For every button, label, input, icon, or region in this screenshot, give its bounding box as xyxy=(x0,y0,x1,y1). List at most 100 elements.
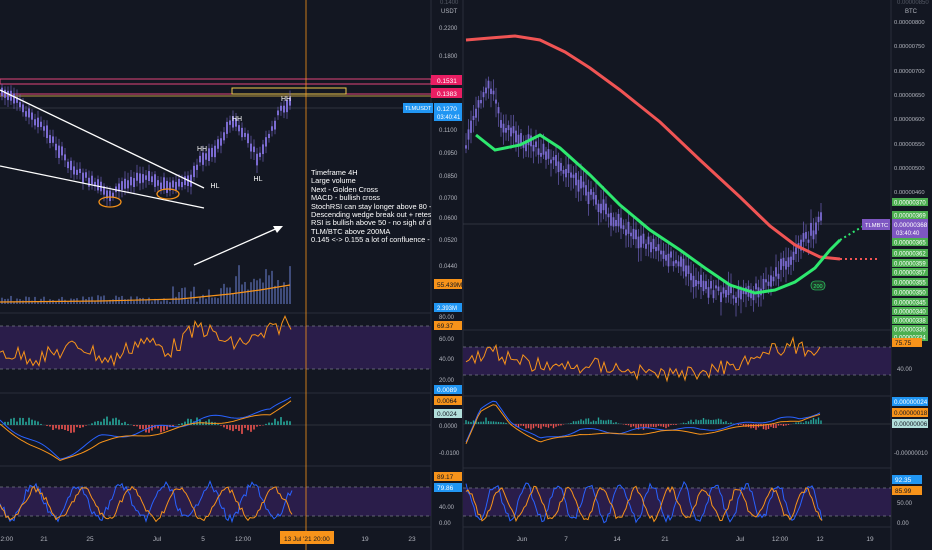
right-candle xyxy=(537,148,540,155)
left-volume-bar xyxy=(97,295,99,304)
right-candle xyxy=(655,246,657,252)
right-macd-bar xyxy=(780,424,782,426)
left-volume-tag-text: 55.439M xyxy=(437,282,462,289)
left-time-tick: 19 xyxy=(361,536,369,543)
right-candle xyxy=(642,233,645,244)
right-macd-bar xyxy=(815,419,817,424)
right-candle xyxy=(480,99,482,104)
right-macd-bar xyxy=(685,423,687,424)
right-candle xyxy=(667,253,670,267)
right-candle xyxy=(657,244,660,251)
ma-scale-tag-text: 0.00000338 xyxy=(894,319,926,325)
right-axis-faded-label: 0.00000850 xyxy=(897,0,929,6)
right-candle xyxy=(570,172,572,178)
left-rsi-tick-80: 80.00 xyxy=(439,315,455,321)
right-candle xyxy=(742,290,745,295)
left-candle xyxy=(133,178,135,187)
left-macd-bar xyxy=(133,425,135,427)
left-macd-bar xyxy=(151,425,153,431)
right-macd-bar xyxy=(495,421,497,424)
right-macd-bar xyxy=(557,424,560,426)
right-macd-bar xyxy=(477,421,480,424)
left-candle xyxy=(271,126,273,131)
right-macd-bar xyxy=(522,424,525,426)
left-macd-bar xyxy=(10,418,12,425)
left-macd-bar xyxy=(64,425,66,430)
left-candle xyxy=(190,174,192,187)
left-volume-bar xyxy=(133,300,135,304)
left-macd-bar xyxy=(139,425,141,430)
right-candle xyxy=(592,192,595,200)
analysis-note[interactable]: Timeframe 4H Large volume Next - Golden … xyxy=(311,169,431,245)
right-price-tag-text: 0.00000368 xyxy=(894,222,928,229)
left-candle xyxy=(154,174,156,187)
left-macd-bar xyxy=(19,417,21,425)
right-candle xyxy=(665,254,667,261)
left-volume-bar xyxy=(214,297,216,304)
right-time-tick: 14 xyxy=(613,536,621,543)
left-volume-bar xyxy=(235,276,237,304)
right-time-tick: 19 xyxy=(866,536,874,543)
right-candle xyxy=(682,258,685,272)
right-countdown-text: 03:40:40 xyxy=(896,231,920,237)
right-macd-bar xyxy=(727,423,730,424)
left-macd-bar xyxy=(22,417,24,425)
right-candle xyxy=(705,281,707,290)
right-macd-bar xyxy=(700,419,702,424)
right-candle xyxy=(727,284,730,295)
right-price-tick: 0.00000500 xyxy=(894,166,925,172)
left-macd-bar xyxy=(208,419,210,425)
ma-scale-tag-text: 0.00000365 xyxy=(894,241,926,247)
left-candle xyxy=(220,138,222,146)
right-macd-bar xyxy=(820,420,822,424)
right-macd-bar xyxy=(642,424,645,430)
left-macd-bar xyxy=(109,421,111,425)
right-macd-bar xyxy=(740,424,742,425)
right-candle xyxy=(740,290,742,300)
ma-badge-text: 200 xyxy=(813,284,822,290)
right-macd-bar xyxy=(572,421,575,424)
right-macd-bar xyxy=(615,422,617,424)
right-stoch-tag-1-text: 92.35 xyxy=(895,477,912,484)
left-candle xyxy=(139,173,141,184)
left-macd-bar xyxy=(265,423,267,425)
right-macd-tick-neg: -0.00000010 xyxy=(894,451,928,457)
right-macd-bar xyxy=(580,419,582,424)
left-volume-bar xyxy=(139,297,141,304)
right-candle xyxy=(472,115,475,121)
left-macd-bar xyxy=(247,425,249,431)
left-rsi-tick-20: 20.00 xyxy=(439,378,455,384)
right-macd-bar xyxy=(687,421,690,424)
right-macd-bar xyxy=(465,420,467,424)
left-candle xyxy=(178,178,180,187)
left-price-tick: 0.2200 xyxy=(439,26,458,32)
right-macd-bar xyxy=(785,424,787,426)
left-volume-bar xyxy=(256,280,258,304)
left-axis-faded-label: 0.1400 xyxy=(440,0,459,6)
left-volume-bar xyxy=(244,281,246,304)
right-candle xyxy=(557,161,560,173)
ma-scale-tag-text: 0.00000355 xyxy=(894,281,926,287)
left-volume-bar xyxy=(94,301,96,304)
note-line-9: 0.145 <-> 0.155 a lot of confluence - BT… xyxy=(311,236,431,245)
right-candle xyxy=(565,169,567,178)
left-volume-bar xyxy=(43,296,45,304)
right-rsi-tick-40: 40.00 xyxy=(897,367,913,373)
left-volume-bar xyxy=(25,296,27,304)
right-macd-bar xyxy=(795,422,797,424)
note-line-4: MACD - bullish cross xyxy=(311,194,380,203)
crosshair-time-text: 13 Jul '21 20:00 xyxy=(284,536,330,543)
left-candle xyxy=(25,111,27,117)
right-macd-bar xyxy=(705,419,707,424)
left-volume-bar xyxy=(103,295,105,304)
left-macd-bar xyxy=(115,417,117,425)
left-macd-bar xyxy=(28,417,30,425)
left-macd-bar xyxy=(82,425,84,428)
left-macd-bar xyxy=(58,425,60,430)
right-macd-bar xyxy=(542,424,545,427)
left-volume-bar xyxy=(1,297,3,304)
left-macd-bar xyxy=(79,425,81,428)
right-candle xyxy=(610,212,612,226)
right-time-tick: Jun xyxy=(517,536,528,543)
right-macd-bar xyxy=(695,419,697,424)
